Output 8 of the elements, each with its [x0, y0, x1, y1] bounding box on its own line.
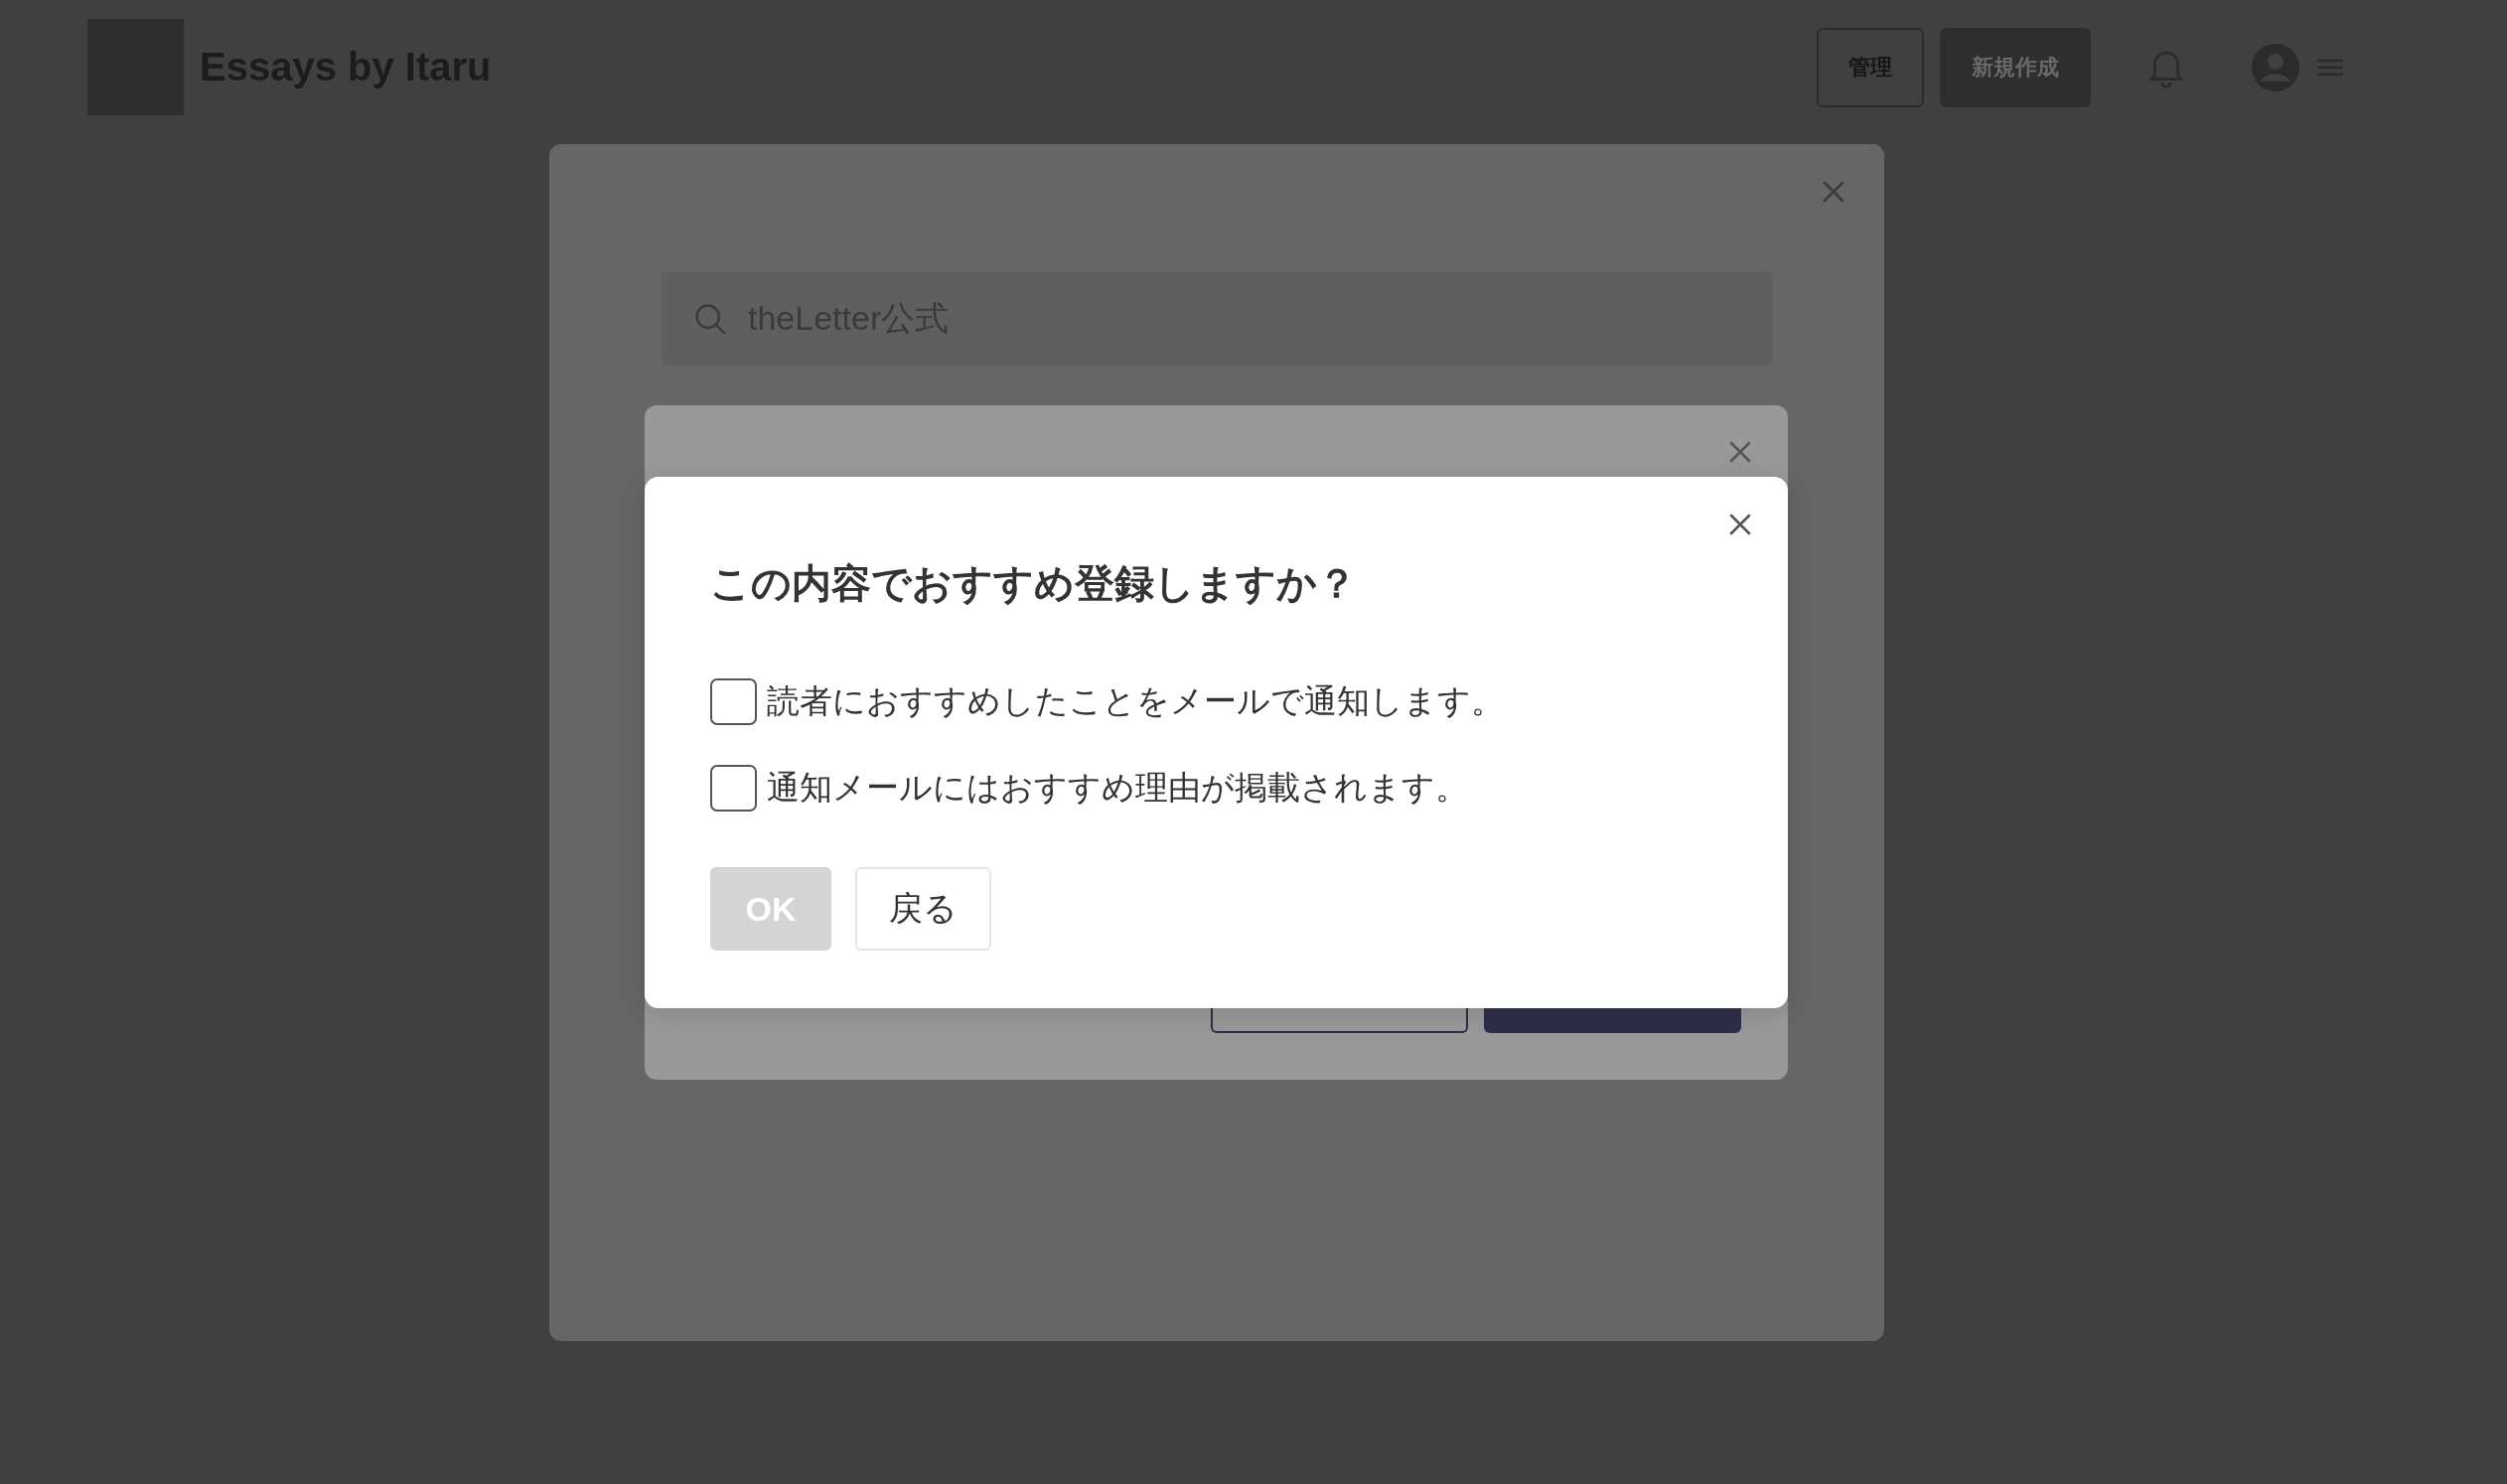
header-button[interactable]: 新規作成	[1940, 27, 2091, 107]
close-icon[interactable]	[1727, 512, 1753, 537]
checkbox[interactable]	[710, 678, 757, 725]
dialog-title: この内容でおすすめ登録しますか？	[710, 560, 1358, 607]
dialog-button[interactable]: 戻る	[855, 867, 991, 951]
checkbox-label[interactable]: 読者におすすめしたことをメールで通知します。	[767, 679, 1504, 724]
checkbox-label[interactable]: 通知メールにはおすすめ理由が掲載されます。	[767, 766, 1468, 811]
checkbox[interactable]	[710, 765, 757, 812]
